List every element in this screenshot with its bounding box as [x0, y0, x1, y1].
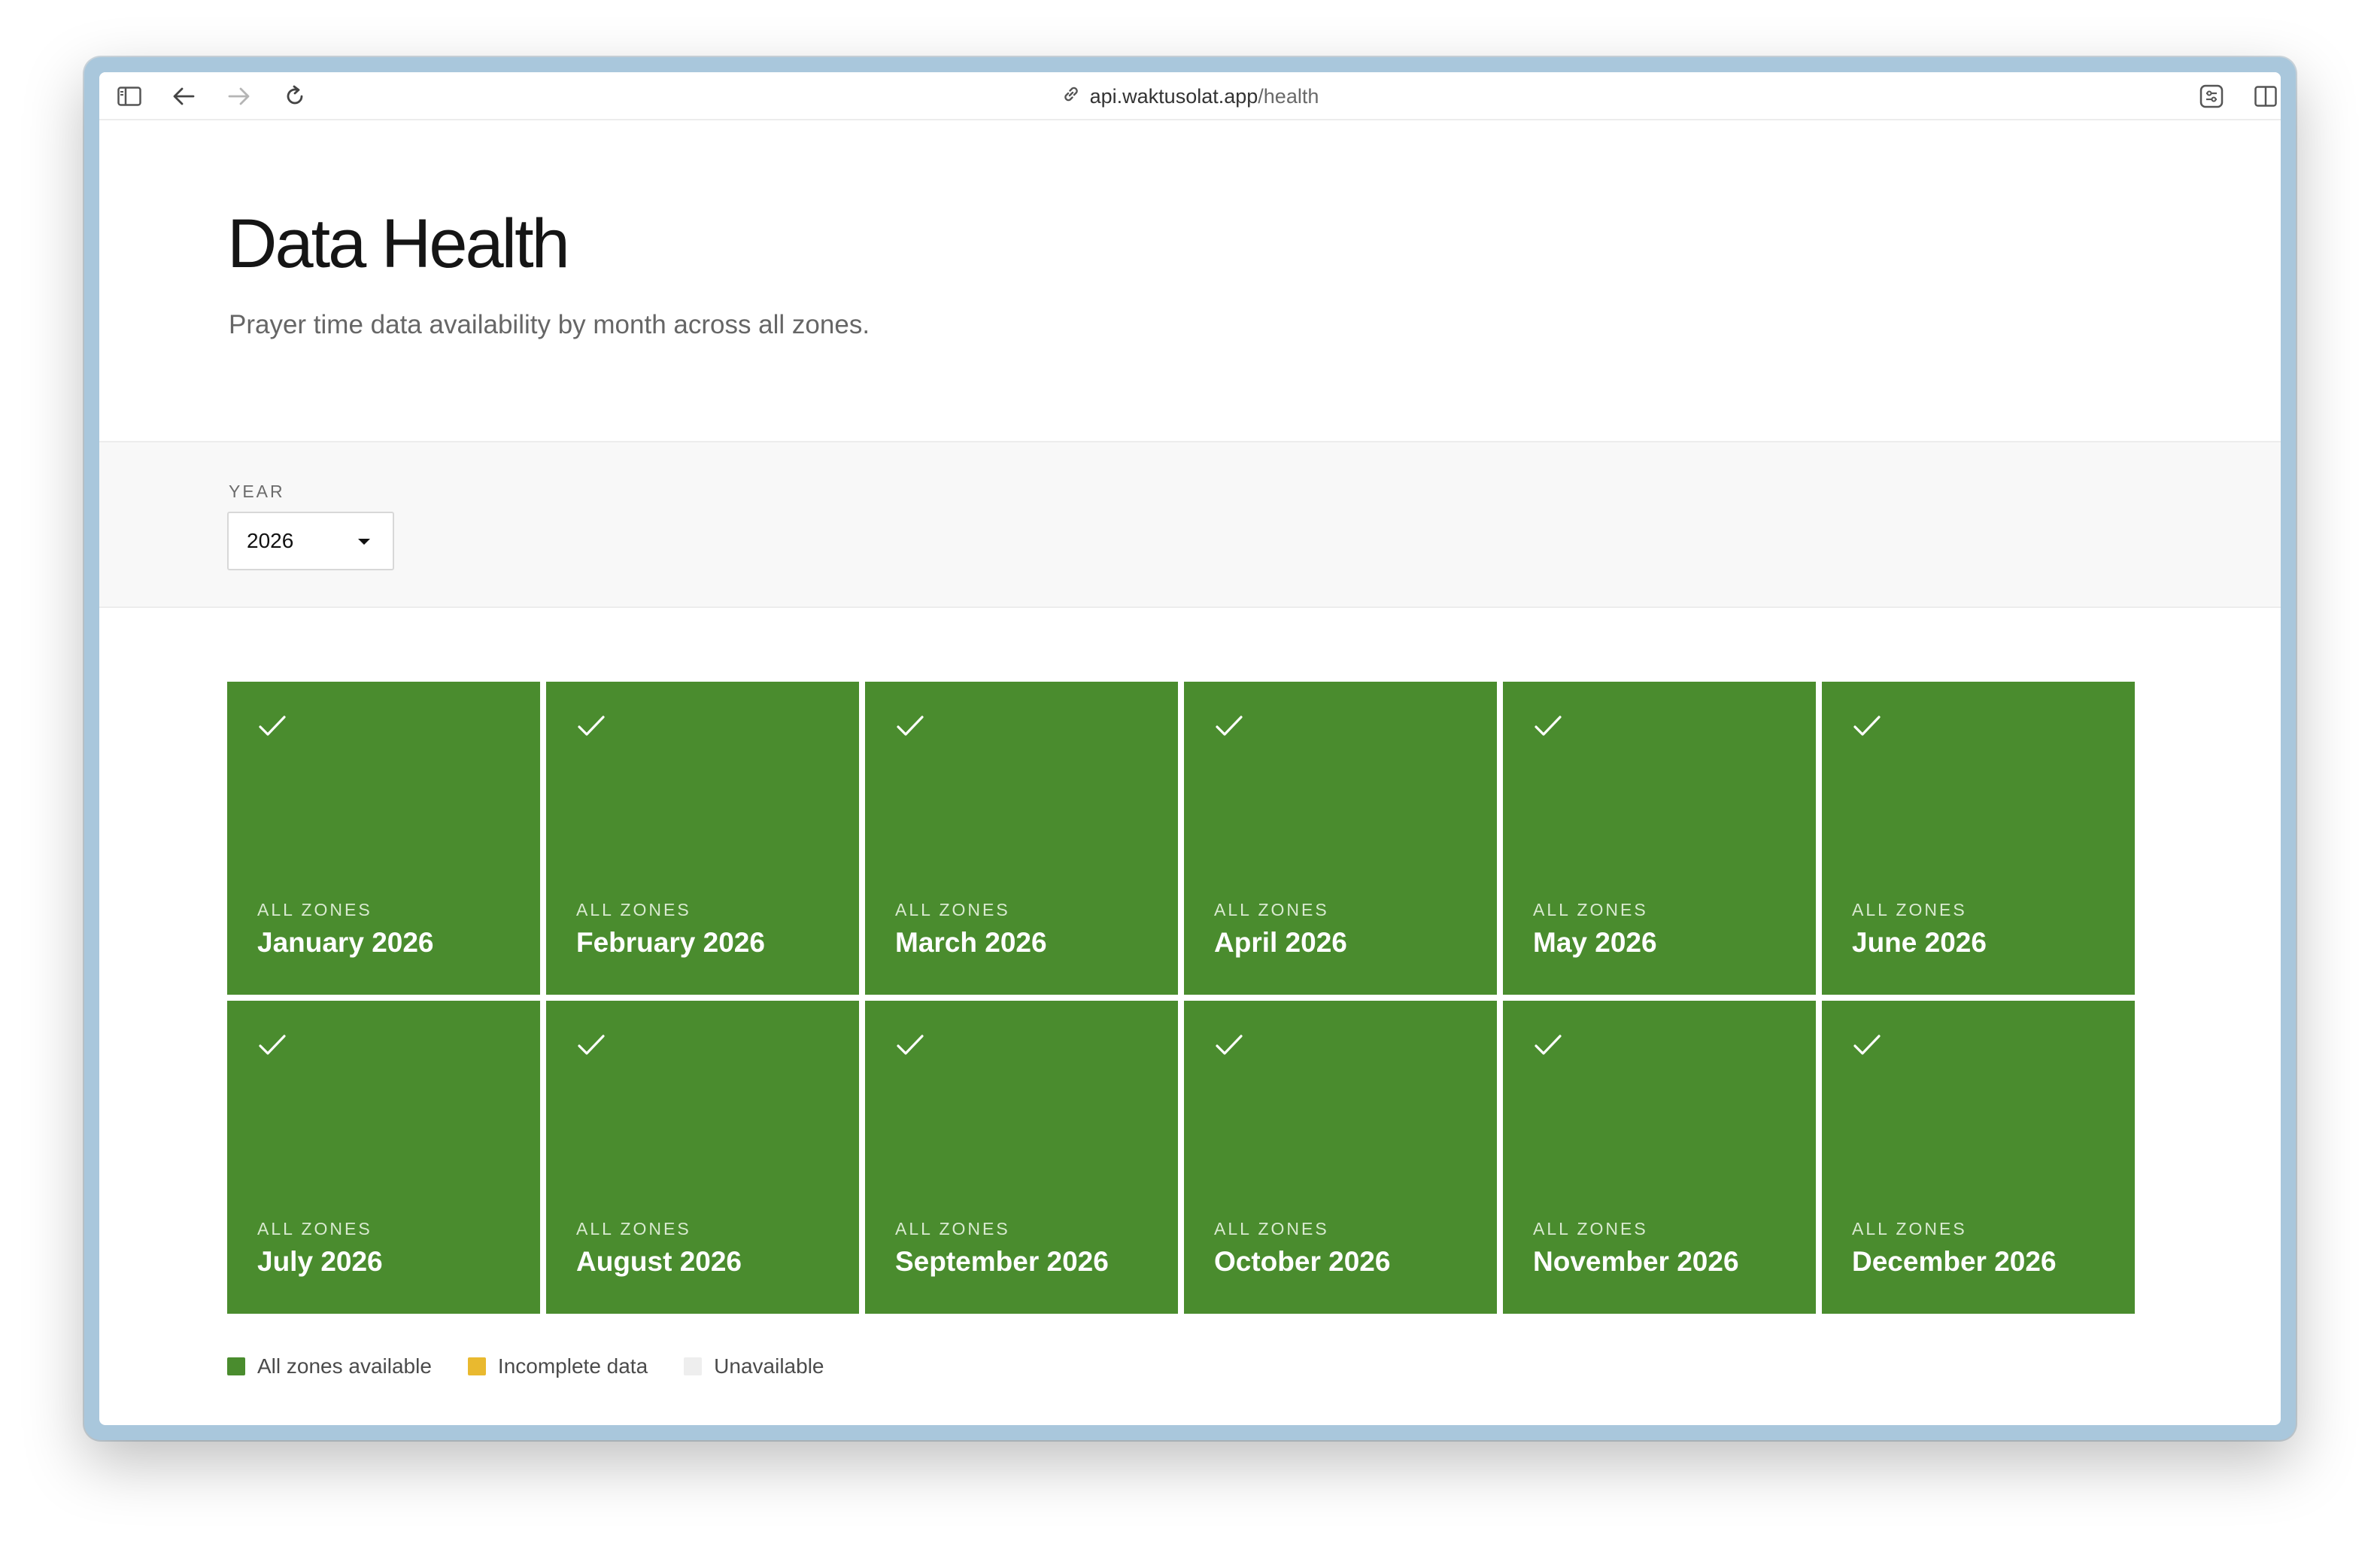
- legend-label: Incomplete data: [497, 1354, 648, 1378]
- check-icon: [1852, 713, 1882, 739]
- split-view-icon[interactable]: [2252, 83, 2279, 110]
- month-tile[interactable]: ALL ZONES January 2026: [227, 682, 540, 995]
- legend-item: Unavailable: [684, 1354, 824, 1378]
- month-tile[interactable]: ALL ZONES June 2026: [1822, 682, 2135, 995]
- month-zones-label: ALL ZONES: [1214, 1219, 1329, 1238]
- month-zones-label: ALL ZONES: [257, 1219, 372, 1238]
- month-zones-label: ALL ZONES: [895, 900, 1010, 919]
- legend-swatch: [227, 1357, 245, 1375]
- month-tile[interactable]: ALL ZONES August 2026: [546, 1001, 859, 1314]
- check-icon: [1533, 1032, 1563, 1058]
- month-grid: ALL ZONES January 2026 ALL ZONES February 2…: [227, 682, 2138, 1314]
- page-subtitle: Prayer time data availability by month a…: [229, 310, 870, 339]
- caret-down-icon: [358, 539, 370, 545]
- month-label: April 2026: [1214, 927, 1347, 958]
- month-zones-label: ALL ZONES: [257, 900, 372, 919]
- month-tile[interactable]: ALL ZONES September 2026: [865, 1001, 1178, 1314]
- url-host: api.waktusolat.app: [1089, 84, 1258, 108]
- month-label: August 2026: [576, 1246, 742, 1277]
- month-tile[interactable]: ALL ZONES December 2026: [1822, 1001, 2135, 1314]
- browser-content: api.waktusolat.app/health Data Health Pr…: [99, 72, 2281, 1425]
- month-tile[interactable]: ALL ZONES March 2026: [865, 682, 1178, 995]
- month-label: September 2026: [895, 1246, 1109, 1277]
- month-tile[interactable]: ALL ZONES April 2026: [1184, 682, 1497, 995]
- year-select-value: 2026: [247, 529, 294, 552]
- year-select[interactable]: 2026: [227, 512, 394, 570]
- check-icon: [576, 1032, 606, 1058]
- check-icon: [895, 713, 925, 739]
- month-tile[interactable]: ALL ZONES February 2026: [546, 682, 859, 995]
- legend-label: Unavailable: [714, 1354, 824, 1378]
- address-bar[interactable]: api.waktusolat.app/health: [99, 72, 2281, 120]
- month-label: December 2026: [1852, 1246, 2057, 1277]
- check-icon: [257, 713, 287, 739]
- check-icon: [1533, 713, 1563, 739]
- check-icon: [895, 1032, 925, 1058]
- check-icon: [257, 1032, 287, 1058]
- month-label: October 2026: [1214, 1246, 1391, 1277]
- check-icon: [1852, 1032, 1882, 1058]
- legend-label: All zones available: [257, 1354, 432, 1378]
- month-zones-label: ALL ZONES: [576, 900, 691, 919]
- month-tile[interactable]: ALL ZONES October 2026: [1184, 1001, 1497, 1314]
- month-tile[interactable]: ALL ZONES May 2026: [1503, 682, 1816, 995]
- month-label: May 2026: [1533, 927, 1657, 958]
- month-label: January 2026: [257, 927, 434, 958]
- month-zones-label: ALL ZONES: [1533, 900, 1648, 919]
- month-zones-label: ALL ZONES: [1852, 900, 1967, 919]
- legend-item: Incomplete data: [467, 1354, 648, 1378]
- check-icon: [1214, 1032, 1244, 1058]
- legend-item: All zones available: [227, 1354, 432, 1378]
- month-label: July 2026: [257, 1246, 383, 1277]
- month-zones-label: ALL ZONES: [1852, 1219, 1967, 1238]
- year-label: YEAR: [229, 482, 285, 501]
- month-tile[interactable]: ALL ZONES November 2026: [1503, 1001, 1816, 1314]
- month-tile[interactable]: ALL ZONES July 2026: [227, 1001, 540, 1314]
- month-zones-label: ALL ZONES: [1533, 1219, 1648, 1238]
- filter-bar: YEAR 2026: [99, 441, 2281, 608]
- month-label: November 2026: [1533, 1246, 1739, 1277]
- page-title: Data Health: [227, 205, 570, 282]
- month-zones-label: ALL ZONES: [895, 1219, 1010, 1238]
- month-label: March 2026: [895, 927, 1047, 958]
- check-icon: [1214, 713, 1244, 739]
- browser-window: api.waktusolat.app/health Data Health Pr…: [84, 57, 2296, 1440]
- month-label: February 2026: [576, 927, 765, 958]
- legend-swatch: [684, 1357, 703, 1375]
- reader-settings-icon[interactable]: [2198, 83, 2225, 110]
- legend-swatch: [467, 1357, 486, 1375]
- link-icon: [1061, 84, 1081, 109]
- month-zones-label: ALL ZONES: [576, 1219, 691, 1238]
- month-label: June 2026: [1852, 927, 1987, 958]
- check-icon: [576, 713, 606, 739]
- month-zones-label: ALL ZONES: [1214, 900, 1329, 919]
- legend: All zones available Incomplete data Unavai…: [227, 1354, 824, 1378]
- browser-toolbar: api.waktusolat.app/health: [99, 72, 2281, 120]
- url-path: /health: [1258, 84, 1319, 108]
